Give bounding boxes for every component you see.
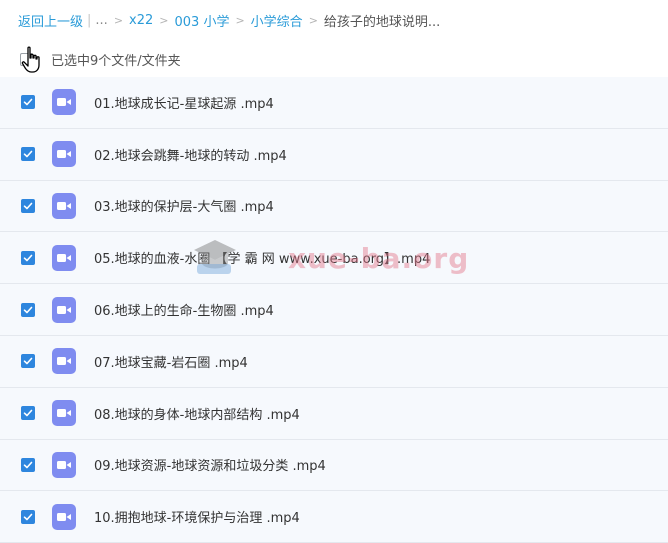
row-checkbox[interactable] — [21, 509, 35, 524]
file-name[interactable]: 06.地球上的生命-生物圈 .mp4 — [94, 300, 274, 319]
file-name[interactable]: 10.拥抱地球-环境保护与治理 .mp4 — [94, 507, 300, 526]
video-file-icon — [52, 348, 76, 375]
breadcrumb-item[interactable]: 小学综合 — [251, 11, 303, 30]
video-file-icon — [52, 89, 76, 116]
row-checkbox[interactable] — [21, 354, 35, 369]
checkmark-icon — [23, 461, 33, 469]
breadcrumb: 返回上一级 | ... > x22 > 003 小学 > 小学综合 > 给孩子的… — [0, 0, 668, 40]
file-row[interactable]: 09.地球资源-地球资源和垃圾分类 .mp4 — [0, 440, 668, 492]
file-list: 01.地球成长记-星球起源 .mp4 02.地球会跳舞-地球的转动 .mp4 03.… — [0, 77, 668, 543]
file-row[interactable]: 07.地球宝藏-岩石圈 .mp4 — [0, 336, 668, 388]
chevron-right-icon: > — [113, 13, 124, 27]
checkmark-icon — [23, 202, 33, 210]
checkmark-icon — [23, 99, 33, 106]
file-row[interactable]: 06.地球上的生命-生物圈 .mp4 — [0, 284, 668, 336]
video-file-icon — [52, 451, 76, 478]
checkmark-icon — [23, 513, 33, 521]
file-row[interactable]: 08.地球的身体-地球内部结构 .mp4 — [0, 388, 668, 440]
hand-cursor-icon — [21, 46, 40, 73]
row-checkbox[interactable] — [21, 406, 35, 421]
breadcrumb-item[interactable]: x22 — [129, 13, 153, 28]
row-checkbox[interactable] — [21, 95, 35, 110]
breadcrumb-current: 给孩子的地球说明... — [323, 14, 441, 30]
back-link[interactable]: 返回上一级 — [18, 11, 83, 30]
video-file-icon — [52, 244, 76, 271]
file-name[interactable]: 03.地球的保护层-大气圈 .mp4 — [94, 196, 274, 215]
checkmark-icon — [23, 409, 33, 417]
row-checkbox[interactable] — [21, 457, 35, 472]
breadcrumb-ellipsis[interactable]: ... — [95, 13, 107, 28]
file-name[interactable]: 02.地球会跳舞-地球的转动 .mp4 — [94, 145, 287, 164]
video-file-icon — [52, 141, 76, 168]
video-file-icon — [52, 192, 76, 219]
checkmark-icon — [23, 358, 33, 365]
chevron-right-icon: > — [235, 13, 245, 27]
chevron-right-icon: > — [308, 13, 318, 27]
row-checkbox[interactable] — [21, 302, 35, 317]
row-checkbox[interactable] — [21, 198, 35, 213]
file-row[interactable]: 10.拥抱地球-环境保护与治理 .mp4 — [0, 491, 668, 543]
checkmark-icon — [23, 254, 33, 262]
file-name[interactable]: 07.地球宝藏-岩石圈 .mp4 — [94, 352, 248, 371]
video-file-icon — [52, 400, 76, 427]
row-checkbox[interactable] — [21, 250, 35, 265]
selection-bar: 已选中9个文件/文件夹 — [0, 44, 668, 74]
video-file-icon — [52, 503, 76, 530]
file-name[interactable]: 09.地球资源-地球资源和垃圾分类 .mp4 — [94, 455, 326, 474]
breadcrumb-item[interactable]: 003 小学 — [175, 11, 230, 30]
file-row[interactable]: 03.地球的保护层-大气圈 .mp4 — [0, 181, 668, 233]
video-file-icon — [52, 296, 76, 323]
breadcrumb-divider: | — [87, 12, 92, 28]
file-name[interactable]: 08.地球的身体-地球内部结构 .mp4 — [94, 404, 300, 423]
checkmark-icon — [23, 306, 33, 313]
file-name[interactable]: 01.地球成长记-星球起源 .mp4 — [94, 93, 274, 112]
file-row[interactable]: 02.地球会跳舞-地球的转动 .mp4 — [0, 129, 668, 181]
chevron-right-icon: > — [159, 13, 169, 27]
checkmark-icon — [23, 150, 33, 158]
row-checkbox[interactable] — [21, 147, 35, 162]
file-row[interactable]: 01.地球成长记-星球起源 .mp4 — [0, 77, 668, 129]
file-name[interactable]: 05.地球的血液-水圈 【学 霸 网 www.xue-ba.org】.mp4 — [94, 248, 430, 267]
file-row[interactable]: 05.地球的血液-水圈 【学 霸 网 www.xue-ba.org】.mp4 — [0, 232, 668, 285]
selection-status: 已选中9个文件/文件夹 — [51, 53, 181, 69]
